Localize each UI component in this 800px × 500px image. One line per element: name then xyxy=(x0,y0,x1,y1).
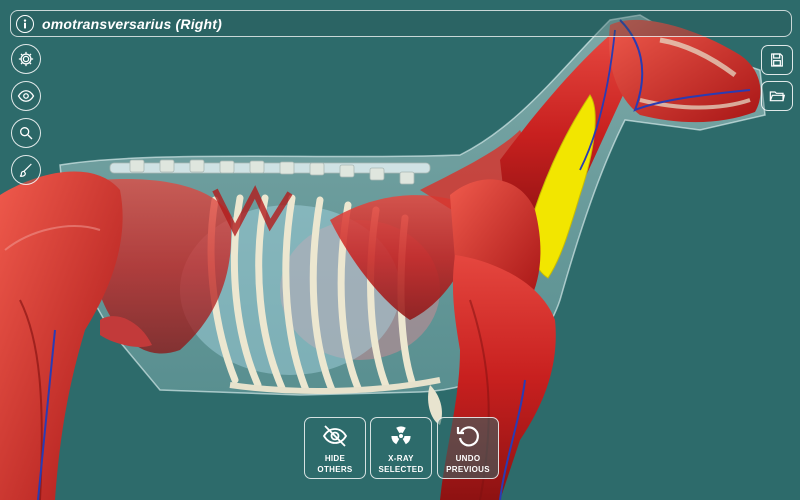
undo-icon xyxy=(456,426,479,447)
folder-icon xyxy=(769,91,786,102)
eye-off-icon xyxy=(322,425,348,447)
hide-others-button[interactable]: HIDE OTHERS xyxy=(304,417,366,479)
gear-icon xyxy=(18,51,34,67)
brush-icon xyxy=(19,163,32,177)
eye-icon xyxy=(17,90,35,102)
open-button[interactable] xyxy=(761,81,793,111)
structure-name: omotransversarius (Right) xyxy=(42,15,223,32)
structure-title-bar: omotransversarius (Right) xyxy=(10,10,792,37)
save-button[interactable] xyxy=(761,45,793,75)
xray-selected-button[interactable]: X-RAY SELECTED xyxy=(370,417,432,479)
visibility-button[interactable] xyxy=(11,81,41,111)
settings-button[interactable] xyxy=(11,44,41,74)
radiation-icon xyxy=(391,426,411,445)
save-icon xyxy=(771,53,783,67)
undo-previous-button[interactable]: UNDO PREVIOUS xyxy=(437,417,499,479)
search-button[interactable] xyxy=(11,118,41,148)
search-icon xyxy=(19,126,33,140)
info-icon[interactable] xyxy=(16,14,34,33)
paint-button[interactable] xyxy=(11,155,41,185)
